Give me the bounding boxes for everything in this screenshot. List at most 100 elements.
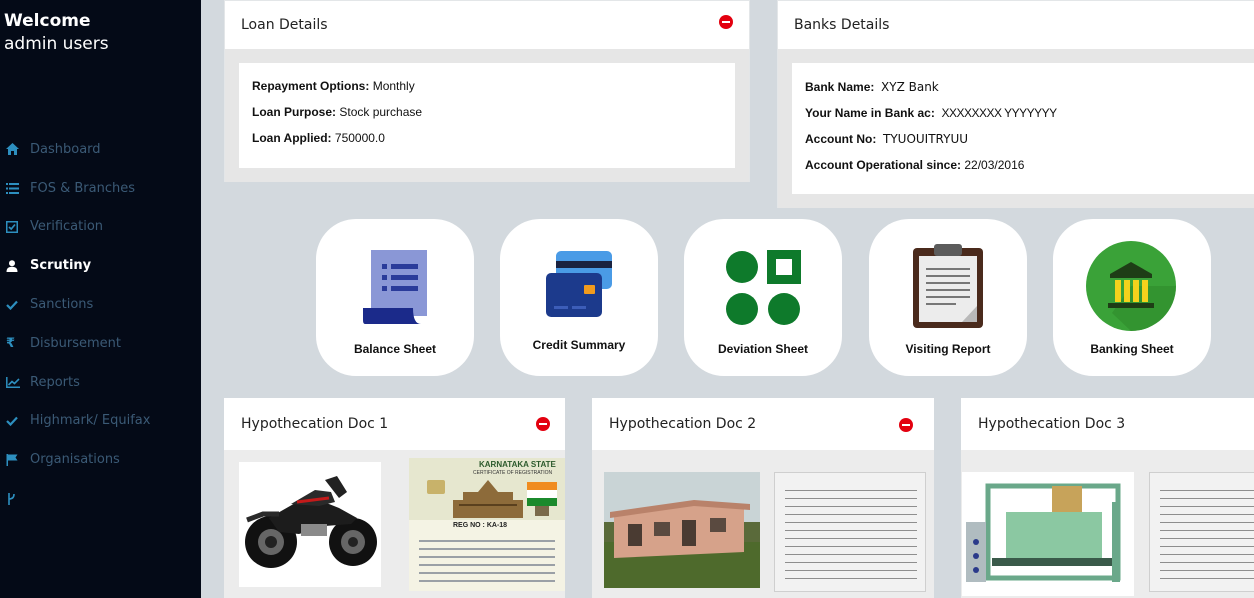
account-holder-name: Your Name in Bank ac: XXXXXXXX YYYYYYY xyxy=(805,100,1241,126)
tile-label: Credit Summary xyxy=(532,338,626,352)
sidebar-item-scrutiny[interactable]: Scrutiny xyxy=(0,246,201,285)
flag-icon xyxy=(6,453,30,466)
welcome-text: Welcome admin users xyxy=(4,10,109,56)
loan-details-header: Loan Details xyxy=(225,1,749,49)
doc-images xyxy=(961,450,1254,598)
field-value: Stock purchase xyxy=(339,105,423,119)
credit-card-icon xyxy=(546,251,614,324)
sidebar-item-highmark-equifax[interactable]: Highmark/ Equifax xyxy=(0,402,201,441)
loan-purpose: Loan Purpose: Stock purchase xyxy=(252,99,722,125)
sidebar-item-sanctions[interactable]: Sanctions xyxy=(0,285,201,324)
bank-icon xyxy=(1086,241,1176,336)
home-icon xyxy=(6,143,30,156)
field-value: 750000.0 xyxy=(334,131,385,145)
panel-title: Hypothecation Doc 1 xyxy=(241,416,389,432)
sidebar-item-label: Scrutiny xyxy=(30,258,92,274)
banking-sheet-tile[interactable]: Banking Sheet xyxy=(1053,219,1211,376)
repayment-options: Repayment Options: Monthly xyxy=(252,73,722,99)
remove-icon[interactable] xyxy=(899,418,913,432)
balance-sheet-tile[interactable]: Balance Sheet xyxy=(316,219,474,376)
loan-details-body: Repayment Options: Monthly Loan Purpose:… xyxy=(225,49,749,182)
list-icon xyxy=(6,182,30,194)
field-label: Account No: xyxy=(805,132,877,146)
loan-applied: Loan Applied: 750000.0 xyxy=(252,125,722,151)
document-lines xyxy=(785,483,917,583)
registration-document-image[interactable] xyxy=(774,472,926,592)
sidebar-item-verification[interactable]: Verification xyxy=(0,208,201,247)
field-label: Your Name in Bank ac: xyxy=(805,106,935,120)
registration-card-image[interactable]: KARNATAKA STATE CERTIFICATE OF REGISTRAT… xyxy=(409,458,565,591)
doc-header: Hypothecation Doc 3 xyxy=(961,398,1254,450)
tile-label: Balance Sheet xyxy=(353,342,437,356)
document-lines xyxy=(1160,483,1254,583)
loan-details-panel: Loan Details Repayment Options: Monthly … xyxy=(224,0,750,182)
panel-title: Hypothecation Doc 2 xyxy=(609,416,757,432)
line-chart-icon xyxy=(6,376,30,388)
hypothecation-doc-2-panel: Hypothecation Doc 2 xyxy=(592,398,934,598)
bank-details-header: Banks Details xyxy=(778,1,1254,49)
clipboard-icon xyxy=(912,244,984,333)
deviation-grid-icon xyxy=(725,250,801,331)
field-value: Monthly xyxy=(372,79,415,93)
sidebar-item-label: FOS & Branches xyxy=(30,180,135,196)
welcome-username: admin users xyxy=(4,34,109,54)
sidebar-item-more[interactable] xyxy=(0,479,201,518)
registration-document-image[interactable] xyxy=(1149,472,1254,592)
sidebar-item-label: Dashboard xyxy=(30,141,101,157)
chip-icon xyxy=(427,480,445,494)
sidebar-item-label: Reports xyxy=(30,374,80,390)
field-label: Bank Name: xyxy=(805,80,875,94)
doc-header: Hypothecation Doc 1 xyxy=(224,398,565,450)
balance-sheet-icon xyxy=(363,250,429,329)
field-label: Repayment Options: xyxy=(252,79,370,93)
panel-title: Hypothecation Doc 3 xyxy=(978,416,1126,432)
field-label: Loan Purpose: xyxy=(252,105,337,119)
account-operational-since: Account Operational since: 22/03/2016 xyxy=(805,152,1241,178)
hypothecation-doc-1-panel: Hypothecation Doc 1 KARNATAKA STATE CERT… xyxy=(224,398,565,598)
loan-details-content: Repayment Options: Monthly Loan Purpose:… xyxy=(239,63,735,168)
loom-machine-image[interactable] xyxy=(962,472,1134,596)
sidebar-item-organisations[interactable]: Organisations xyxy=(0,440,201,479)
card-lines xyxy=(419,534,555,588)
credit-summary-tile[interactable]: Credit Summary xyxy=(500,219,658,376)
rupee-icon: ₹ xyxy=(6,335,16,351)
house-image[interactable] xyxy=(604,472,760,588)
field-value: 22/03/2016 xyxy=(964,158,1025,172)
field-label: Account Operational since: xyxy=(805,158,962,172)
card-header-text: KARNATAKA STATE xyxy=(479,460,556,469)
sidebar-item-dashboard[interactable]: Dashboard xyxy=(0,130,201,169)
sidebar-item-label: Disbursement xyxy=(30,335,121,351)
check-icon xyxy=(6,300,30,310)
flag-emblem-icon xyxy=(527,482,557,516)
sidebar-item-label: Verification xyxy=(30,219,104,235)
deviation-sheet-tile[interactable]: Deviation Sheet xyxy=(684,219,842,376)
sidebar-item-label: Sanctions xyxy=(30,297,94,313)
field-value: XXXXXXXX YYYYYYY xyxy=(941,106,1058,120)
tile-label: Banking Sheet xyxy=(1090,342,1174,356)
sidebar-nav: Dashboard FOS & Branches Verification Sc… xyxy=(0,130,201,518)
user-icon xyxy=(6,259,30,272)
check-square-icon xyxy=(6,220,30,233)
card-top: KARNATAKA STATE CERTIFICATE OF REGISTRAT… xyxy=(409,458,565,520)
remove-icon[interactable] xyxy=(719,15,733,29)
doc-header: Hypothecation Doc 2 xyxy=(592,398,934,450)
sidebar-item-label: Highmark/ Equifax xyxy=(30,413,151,429)
field-label: Loan Applied: xyxy=(252,131,332,145)
sidebar-item-label: Organisations xyxy=(30,452,120,468)
branch-icon xyxy=(6,492,30,505)
sidebar: Welcome admin users Dashboard FOS & Bran… xyxy=(0,0,201,598)
motorcycle-image[interactable] xyxy=(239,462,381,587)
sidebar-item-fos-branches[interactable]: FOS & Branches xyxy=(0,169,201,208)
sidebar-item-reports[interactable]: Reports xyxy=(0,363,201,402)
sidebar-item-disbursement[interactable]: ₹ Disbursement xyxy=(0,324,201,363)
check-icon xyxy=(6,416,30,426)
remove-icon[interactable] xyxy=(536,417,550,431)
tile-label: Deviation Sheet xyxy=(717,342,809,356)
panel-title: Banks Details xyxy=(794,17,890,33)
reg-number-text: REG NO : KA-18 xyxy=(453,522,508,529)
welcome-title: Welcome xyxy=(4,11,91,31)
panel-title: Loan Details xyxy=(241,17,328,33)
bank-details-panel: Banks Details Bank Name: XYZ Bank Your N… xyxy=(777,0,1254,208)
doc-images: KARNATAKA STATE CERTIFICATE OF REGISTRAT… xyxy=(224,450,565,598)
visiting-report-tile[interactable]: Visiting Report xyxy=(869,219,1027,376)
